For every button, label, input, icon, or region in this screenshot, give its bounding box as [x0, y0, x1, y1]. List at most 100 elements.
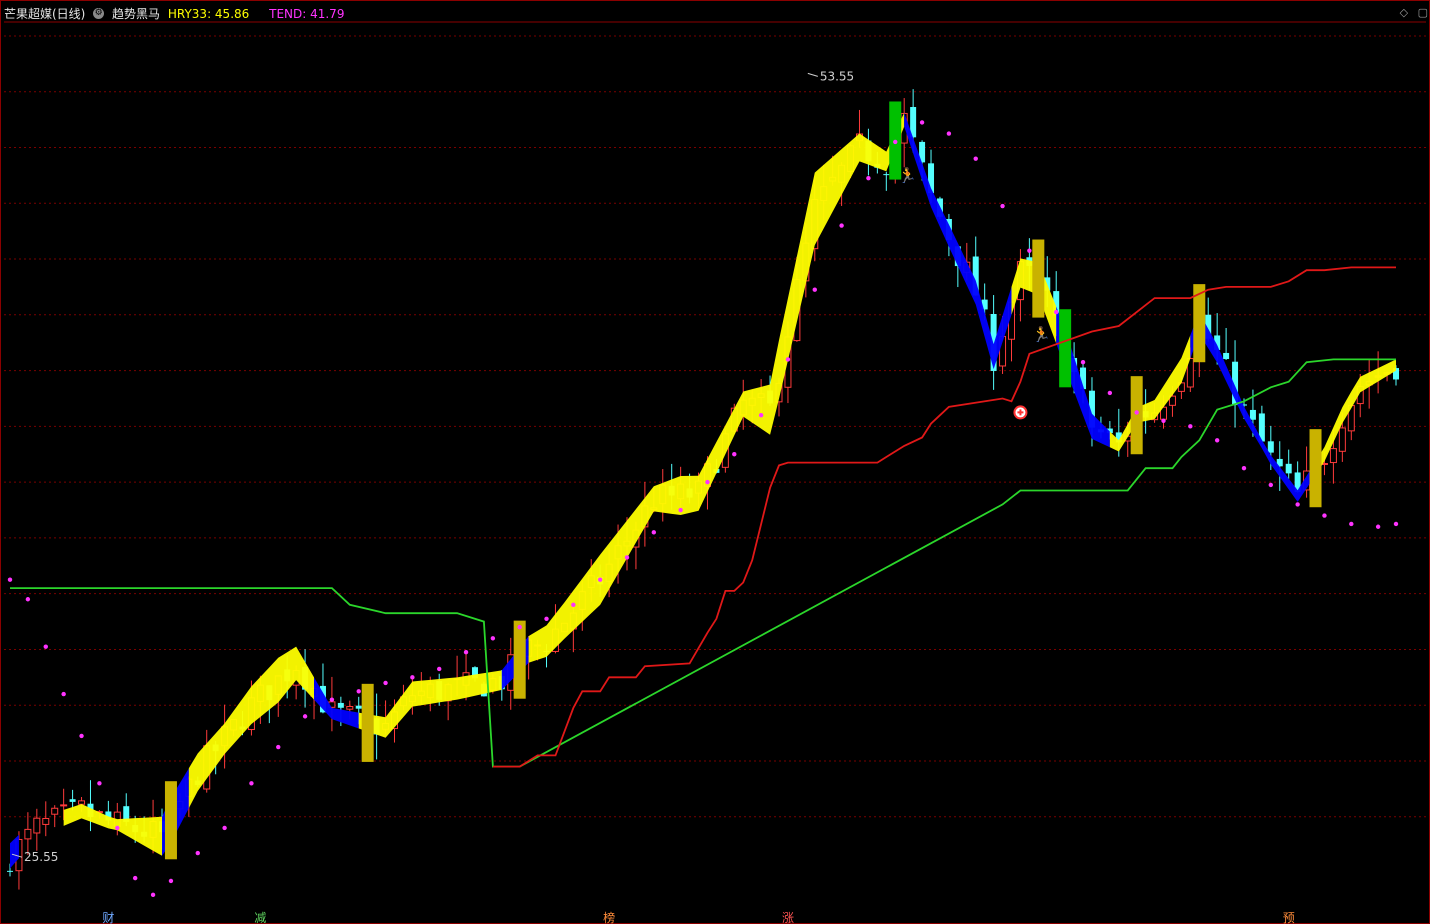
- bottom-marker: 涨: [782, 910, 794, 924]
- band-segment-up: [63, 804, 163, 856]
- bottom-markers: 财减榜涨预: [102, 910, 1294, 924]
- sar-dot: [1295, 502, 1300, 507]
- candle: [87, 780, 94, 832]
- band-segment-down: [314, 677, 359, 729]
- sar-dot: [490, 636, 496, 641]
- candle-body: [78, 800, 86, 805]
- sar-dot: [1349, 521, 1354, 527]
- candle-body: [1267, 441, 1274, 453]
- sar-dot: [302, 714, 308, 719]
- sar-dot: [7, 577, 13, 582]
- sar-dot: [150, 892, 156, 898]
- band-segment-up: [1315, 359, 1396, 475]
- sar-dot: [249, 781, 254, 786]
- sar-dot: [383, 680, 388, 686]
- band-segment-up: [1109, 335, 1191, 452]
- candle: [51, 805, 59, 828]
- candle: [1285, 449, 1292, 479]
- signal-box: [1032, 239, 1045, 318]
- candle-body: [33, 817, 41, 834]
- sar-dot: [79, 733, 84, 739]
- sar-dot: [463, 650, 469, 655]
- sar-dot: [839, 223, 844, 228]
- sar-dot: [973, 156, 978, 161]
- window-controls: ◇ ▢: [1394, 6, 1428, 19]
- sar-dot: [946, 131, 952, 136]
- candle: [42, 801, 50, 837]
- sar-dot: [329, 697, 335, 702]
- sar-dots: [7, 120, 1399, 898]
- sar-dot: [624, 555, 630, 560]
- candle: [1223, 327, 1230, 360]
- sar-dot: [571, 602, 576, 608]
- candle-body: [1338, 427, 1346, 452]
- sar-dot: [195, 850, 200, 856]
- signal-box: [513, 620, 526, 699]
- sar-dot: [651, 530, 657, 535]
- candle-body: [42, 817, 50, 825]
- sar-dot: [812, 287, 817, 292]
- tend-value: TEND: 41.79: [269, 6, 345, 21]
- sar-dot: [1027, 248, 1032, 253]
- stock-name[interactable]: 芒果超媒(日线): [4, 5, 85, 22]
- candle-body: [355, 705, 362, 709]
- bottom-marker: 减: [254, 911, 266, 924]
- sar-dot: [785, 357, 791, 362]
- sar-dot: [97, 781, 102, 786]
- chart-area[interactable]: 53.55 25.55 🏃 🏃 财 减 榜 涨 预: [0, 0, 1430, 924]
- candle-body: [60, 804, 68, 807]
- sar-dot: [1322, 513, 1327, 518]
- signal-box: [361, 683, 374, 762]
- sar-dot: [1107, 390, 1113, 396]
- candle-body: [1285, 463, 1292, 474]
- gear-icon[interactable]: ⚙: [93, 8, 105, 19]
- candle: [883, 171, 890, 191]
- candle-body: [24, 828, 32, 840]
- candle-body: [346, 706, 354, 710]
- sar-dot: [758, 412, 764, 418]
- candlestick-chart[interactable]: 53.55 25.55 🏃 🏃 财 减 榜 涨 预: [0, 0, 1430, 924]
- high-pointer: [807, 72, 818, 77]
- sar-dot: [437, 666, 442, 672]
- indicator-name[interactable]: 趋势黑马: [112, 5, 160, 22]
- sar-dot: [168, 878, 174, 884]
- sar-dot: [1000, 203, 1005, 209]
- candle-body: [7, 870, 13, 872]
- candle: [24, 812, 32, 855]
- sar-dot: [1375, 524, 1381, 529]
- sar-dot: [1393, 521, 1399, 527]
- sar-dot: [356, 689, 361, 694]
- sar-dot: [1161, 418, 1166, 423]
- signal-box: [1130, 376, 1143, 455]
- candle-body: [337, 702, 344, 708]
- low-annotation: 25.55: [24, 850, 58, 864]
- candle-body: [883, 174, 890, 176]
- sar-dot: [25, 597, 31, 602]
- sar-dot: [866, 175, 871, 181]
- sar-dot: [1268, 482, 1274, 488]
- bottom-marker: 榜: [603, 910, 615, 924]
- candle: [328, 676, 336, 732]
- sar-dot: [410, 675, 415, 680]
- sar-dot: [222, 825, 227, 831]
- candle-body: [1249, 409, 1256, 420]
- sar-dot: [705, 479, 710, 485]
- runner-icon: 🏃: [1032, 325, 1051, 343]
- bottom-marker: 财: [102, 911, 114, 924]
- candle-body: [1329, 448, 1337, 464]
- maximize-icon[interactable]: ▢: [1418, 6, 1428, 19]
- trend-band: [10, 112, 1396, 869]
- band-segment-up: [528, 112, 905, 663]
- diamond-icon[interactable]: ◇: [1400, 6, 1408, 19]
- runner-icon: 🏃: [898, 166, 917, 184]
- sar-dot: [678, 507, 683, 513]
- candle: [33, 808, 41, 851]
- sar-dot: [43, 644, 48, 649]
- green-support-line: [10, 358, 1396, 768]
- signal-box: [1309, 429, 1322, 508]
- candle-body: [1223, 352, 1230, 360]
- sar-dot: [597, 577, 603, 582]
- hry-value: HRY33: 45.86: [167, 6, 250, 21]
- red-stop-line: [492, 266, 1396, 768]
- sar-dot: [115, 825, 120, 831]
